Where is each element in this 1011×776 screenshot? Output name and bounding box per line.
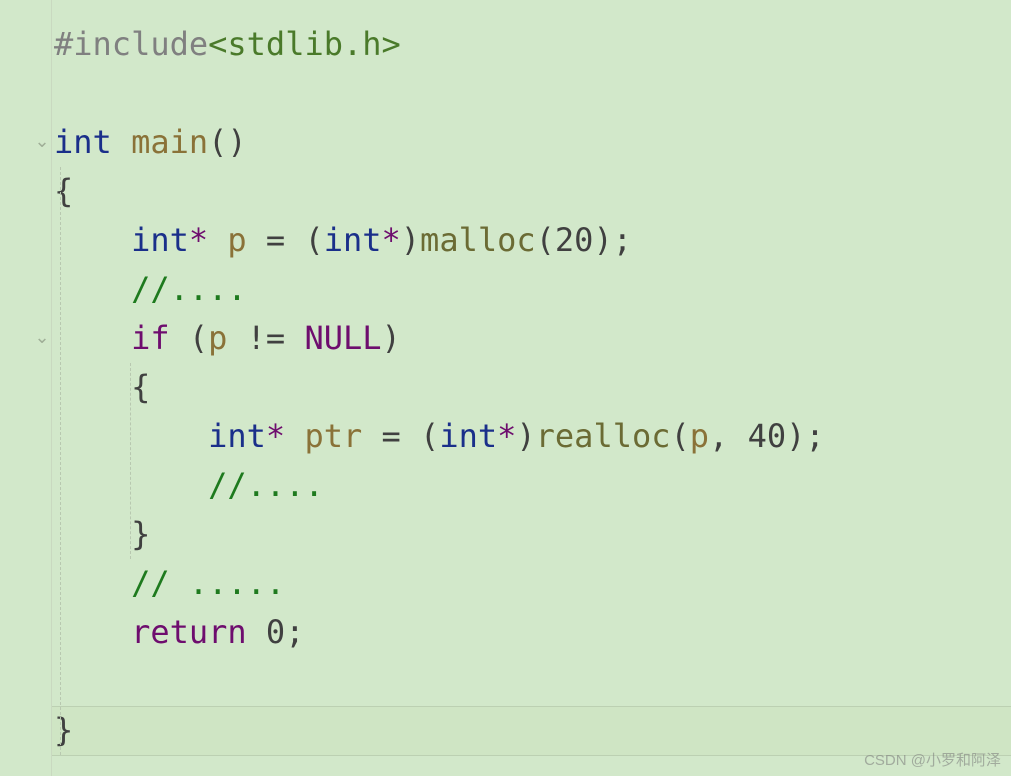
code-line: return 0; [54,608,1003,657]
code-token: ) [401,221,420,259]
code-token: } [54,711,73,749]
code-token: ( [170,319,209,357]
code-line [54,657,1003,706]
code-token: //.... [131,270,247,308]
code-token [112,123,131,161]
code-token [247,613,266,651]
code-token: #include [54,25,208,63]
code-token: malloc [420,221,536,259]
code-token: p [227,221,246,259]
code-line: if (p != NULL) [54,314,1003,363]
code-token: NULL [304,319,381,357]
code-token: * [266,417,285,455]
code-line: //.... [54,461,1003,510]
watermark: CSDN @小罗和阿泽 [864,749,1001,770]
code-token: != [227,319,304,357]
code-token: 40 [748,417,787,455]
code-token: main [131,123,208,161]
code-token: ); [786,417,825,455]
code-token: int [208,417,266,455]
code-line: #include<stdlib.h> [54,20,1003,69]
fold-toggle-icon[interactable]: ⌄ [34,328,50,346]
code-line [54,69,1003,118]
indent-guide [130,363,131,559]
gutter [0,0,52,776]
code-token: ( [536,221,555,259]
code-token: p [690,417,709,455]
code-line: // ..... [54,559,1003,608]
code-line: int* ptr = (int*)realloc(p, 40); [54,412,1003,461]
code-token: ) [516,417,535,455]
code-token: int [54,123,112,161]
code-token: <stdlib.h> [208,25,401,63]
code-token: ptr [304,417,362,455]
code-token: * [382,221,401,259]
code-line: int* p = (int*)malloc(20); [54,216,1003,265]
code-token: = ( [247,221,324,259]
code-line: //.... [54,265,1003,314]
code-token: ) [382,319,401,357]
code-line: } [54,706,1003,755]
code-token: } [131,515,150,553]
code-token: ); [593,221,632,259]
code-token: int [324,221,382,259]
code-token: , [709,417,748,455]
code-token: { [54,172,73,210]
code-token [285,417,304,455]
code-token: () [208,123,247,161]
code-area: #include<stdlib.h>int main(){ int* p = (… [54,20,1003,755]
code-token: * [189,221,208,259]
code-token: // ..... [131,564,285,602]
code-token: //.... [208,466,324,504]
code-token: = ( [362,417,439,455]
code-token: ; [285,613,304,651]
code-token: if [131,319,170,357]
code-token: * [497,417,516,455]
code-token: int [439,417,497,455]
code-line: { [54,363,1003,412]
code-token: realloc [536,417,671,455]
indent-guide [60,167,61,755]
code-editor-frame: #include<stdlib.h>int main(){ int* p = (… [0,0,1011,776]
code-token: 20 [555,221,594,259]
code-line: int main() [54,118,1003,167]
code-token [208,221,227,259]
code-token: int [131,221,189,259]
fold-toggle-icon[interactable]: ⌄ [34,132,50,150]
code-token: 0 [266,613,285,651]
code-token: return [131,613,247,651]
code-token: ( [671,417,690,455]
code-token: { [131,368,150,406]
code-token: p [208,319,227,357]
code-line: } [54,510,1003,559]
code-line: { [54,167,1003,216]
